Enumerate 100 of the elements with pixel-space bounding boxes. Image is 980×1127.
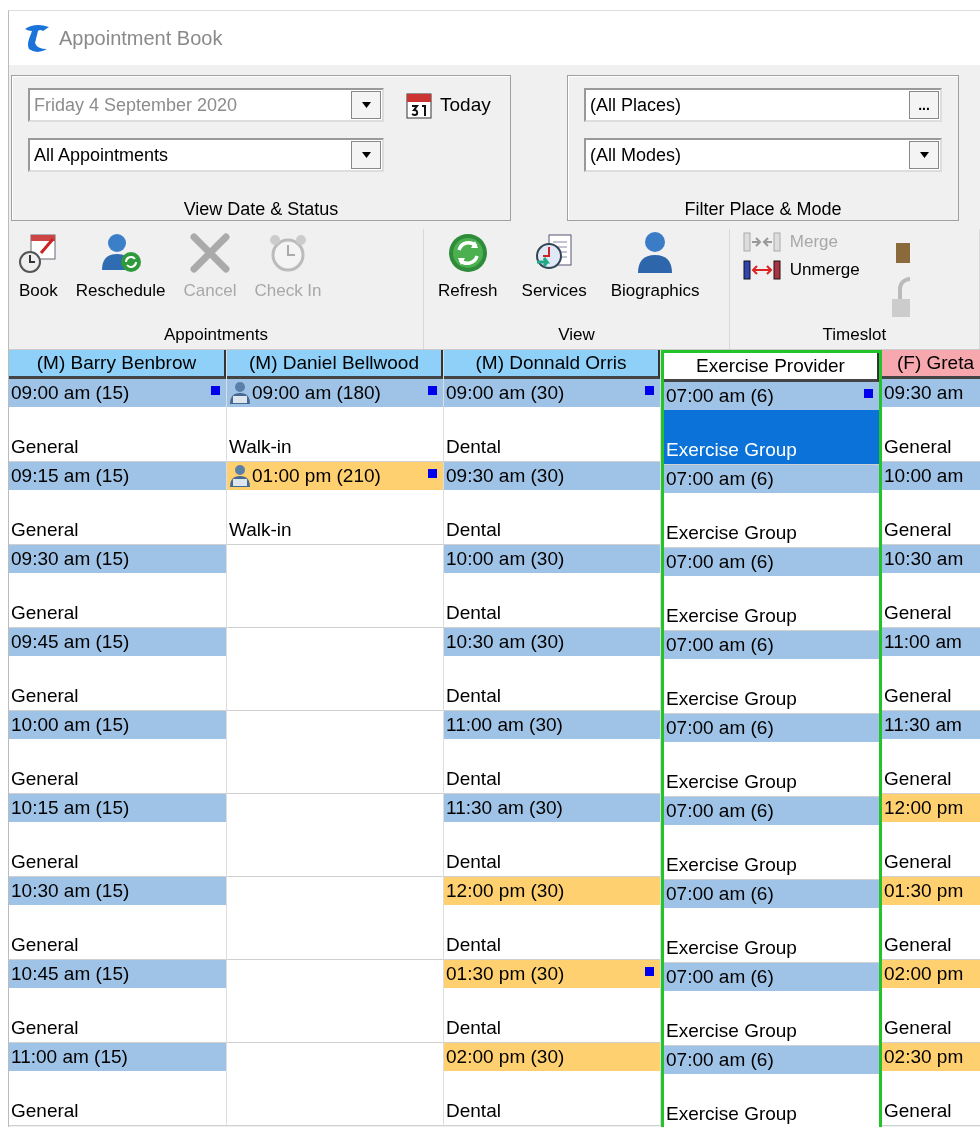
appointment-slot[interactable]: 07:00 am (6) Exercise Group bbox=[664, 548, 879, 631]
slot-time: 09:15 am (15) bbox=[9, 462, 226, 490]
today-button[interactable]: Today bbox=[406, 91, 491, 119]
slot-time: 10:00 am (30) bbox=[444, 545, 660, 573]
provider-header[interactable]: (F) Greta bbox=[882, 350, 980, 379]
slot-time: 07:00 am (6) bbox=[664, 548, 879, 576]
toolbar-button[interactable]: Refresh bbox=[432, 229, 504, 303]
slot-time: 10:15 am (15) bbox=[9, 794, 226, 822]
place-field[interactable]: (All Places) ... bbox=[584, 88, 942, 122]
appointment-slot[interactable]: 09:45 am (15) General bbox=[9, 628, 226, 711]
slot-time: 07:00 am (6) bbox=[664, 963, 879, 991]
calendar-icon bbox=[406, 91, 432, 119]
appointment-slot[interactable]: 12:00 pm General bbox=[882, 794, 980, 877]
service-label: General bbox=[883, 933, 953, 957]
appointment-slot[interactable]: 09:00 am (15) General bbox=[9, 379, 226, 462]
status-dropdown[interactable]: All Appointments bbox=[28, 138, 384, 172]
appointment-slot[interactable]: 02:00 pm (30) Dental bbox=[444, 1043, 660, 1126]
slot-time: 09:00 am (15) bbox=[9, 379, 226, 407]
appointment-slot[interactable]: 10:45 am (15) General bbox=[9, 960, 226, 1043]
slot-time: 02:00 pm bbox=[882, 960, 980, 988]
appointment-slot[interactable]: 07:00 am (6) Exercise Group bbox=[664, 714, 879, 797]
panel-caption: Filter Place & Mode bbox=[683, 199, 843, 220]
toolbar-button[interactable]: Book bbox=[13, 229, 64, 303]
appointment-slot[interactable]: 12:00 pm (30) Dental bbox=[444, 877, 660, 960]
slot-time: 12:00 pm (30) bbox=[444, 877, 660, 905]
appointment-slot[interactable]: 10:15 am (15) General bbox=[9, 794, 226, 877]
browse-button[interactable]: ... bbox=[909, 91, 939, 119]
slot-time: 10:30 am (15) bbox=[9, 877, 226, 905]
caret-icon bbox=[361, 152, 371, 158]
appointment-slot[interactable]: 10:30 am (30) Dental bbox=[444, 628, 660, 711]
service-label: General bbox=[10, 684, 80, 708]
appointment-slot[interactable]: 07:00 am (6) Exercise Group bbox=[664, 631, 879, 714]
service-label: General bbox=[10, 1099, 80, 1123]
appointment-slot[interactable]: 01:30 pm General bbox=[882, 877, 980, 960]
slot-time: 07:00 am (6) bbox=[664, 382, 879, 410]
service-label: Dental bbox=[445, 435, 502, 459]
slot-time: 10:30 am bbox=[882, 545, 980, 573]
appointment-slot[interactable]: 10:30 am (15) General bbox=[9, 877, 226, 960]
unmerge-icon bbox=[741, 259, 782, 281]
service-label: Exercise Group bbox=[665, 770, 798, 794]
toolbar-button[interactable]: Services bbox=[515, 229, 593, 303]
service-label: General bbox=[883, 684, 953, 708]
slot-time: 11:30 am (30) bbox=[444, 794, 660, 822]
appointment-slot[interactable]: 10:30 am General bbox=[882, 545, 980, 628]
service-label: General bbox=[10, 435, 80, 459]
provider-header[interactable]: (M) Donnald Orris bbox=[444, 350, 660, 379]
slot-time: 01:30 pm (30) bbox=[444, 960, 660, 988]
mode-dropdown[interactable]: (All Modes) bbox=[584, 138, 942, 172]
unmerge-button[interactable]: Unmerge bbox=[737, 257, 864, 283]
appointment-slot[interactable]: 09:15 am (15) General bbox=[9, 462, 226, 545]
calendar-clock-icon bbox=[19, 233, 58, 273]
service-label: Dental bbox=[445, 684, 502, 708]
dropdown-button[interactable] bbox=[909, 141, 939, 169]
provider-header[interactable]: Exercise Provider bbox=[664, 353, 879, 382]
slot-time: 07:00 am (6) bbox=[664, 714, 879, 742]
slot-time: 10:45 am (15) bbox=[9, 960, 226, 988]
appointment-slot[interactable]: 07:00 am (6) Exercise Group bbox=[664, 382, 879, 465]
service-label: Exercise Group bbox=[665, 687, 798, 711]
appointment-slot[interactable]: 07:00 am (6) Exercise Group bbox=[664, 1046, 879, 1127]
service-label: General bbox=[883, 1016, 953, 1040]
toolbar-button[interactable]: Reschedule bbox=[69, 229, 172, 303]
appointment-slot[interactable]: 07:00 am (6) Exercise Group bbox=[664, 797, 879, 880]
panel-caption: View Date & Status bbox=[182, 199, 340, 220]
appointment-slot[interactable]: 02:30 pm General bbox=[882, 1043, 980, 1126]
appointment-slot[interactable]: 09:30 am (30) Dental bbox=[444, 462, 660, 545]
service-label: Dental bbox=[445, 601, 502, 625]
appointment-slot[interactable]: 11:00 am (15) General bbox=[9, 1043, 226, 1126]
person-icon bbox=[637, 231, 674, 275]
appointment-slot[interactable]: 11:00 am (30) Dental bbox=[444, 711, 660, 794]
slot-time: 11:00 am bbox=[882, 628, 980, 656]
service-label: General bbox=[10, 850, 80, 874]
appointment-slot[interactable]: 11:30 am General bbox=[882, 711, 980, 794]
appointment-slot[interactable]: 11:00 am General bbox=[882, 628, 980, 711]
appointment-slot[interactable]: 10:00 am General bbox=[882, 462, 980, 545]
slot-time: 11:00 am (30) bbox=[444, 711, 660, 739]
appointment-slot[interactable]: 02:00 pm General bbox=[882, 960, 980, 1043]
slot-time: 12:00 pm bbox=[882, 794, 980, 822]
slot-time: 02:30 pm bbox=[882, 1043, 980, 1071]
appointment-slot[interactable]: 01:30 pm (30) Dental bbox=[444, 960, 660, 1043]
service-label: Dental bbox=[445, 933, 502, 957]
slot-time: 10:00 am (15) bbox=[9, 711, 226, 739]
person-sync-icon bbox=[99, 232, 142, 274]
appointment-slot[interactable]: 09:00 am (30) Dental bbox=[444, 379, 660, 462]
appointment-slot[interactable]: 10:00 am (15) General bbox=[9, 711, 226, 794]
provider-header[interactable]: (M) Daniel Bellwood bbox=[227, 350, 443, 379]
appointment-slot[interactable]: 09:30 am (15) General bbox=[9, 545, 226, 628]
dropdown-button[interactable] bbox=[351, 141, 381, 169]
appointment-slot[interactable]: 07:00 am (6) Exercise Group bbox=[664, 465, 879, 548]
appointment-slot[interactable]: 07:00 am (6) Exercise Group bbox=[664, 880, 879, 963]
service-label: Exercise Group bbox=[665, 936, 798, 960]
appointment-slot[interactable]: 09:00 am (180) Walk-in bbox=[227, 379, 443, 462]
slot-time: 11:30 am bbox=[882, 711, 980, 739]
appointment-slot[interactable]: 09:30 am General bbox=[882, 379, 980, 462]
appointment-slot[interactable]: 07:00 am (6) Exercise Group bbox=[664, 963, 879, 1046]
toolbar-button[interactable]: Biographics bbox=[604, 229, 706, 303]
appointment-slot[interactable]: 10:00 am (30) Dental bbox=[444, 545, 660, 628]
appointment-slot[interactable]: 11:30 am (30) Dental bbox=[444, 794, 660, 877]
provider-header[interactable]: (M) Barry Benbrow bbox=[9, 350, 226, 379]
slot-time: 01:30 pm bbox=[882, 877, 980, 905]
appointment-slot[interactable]: 01:00 pm (210) Walk-in bbox=[227, 462, 443, 545]
